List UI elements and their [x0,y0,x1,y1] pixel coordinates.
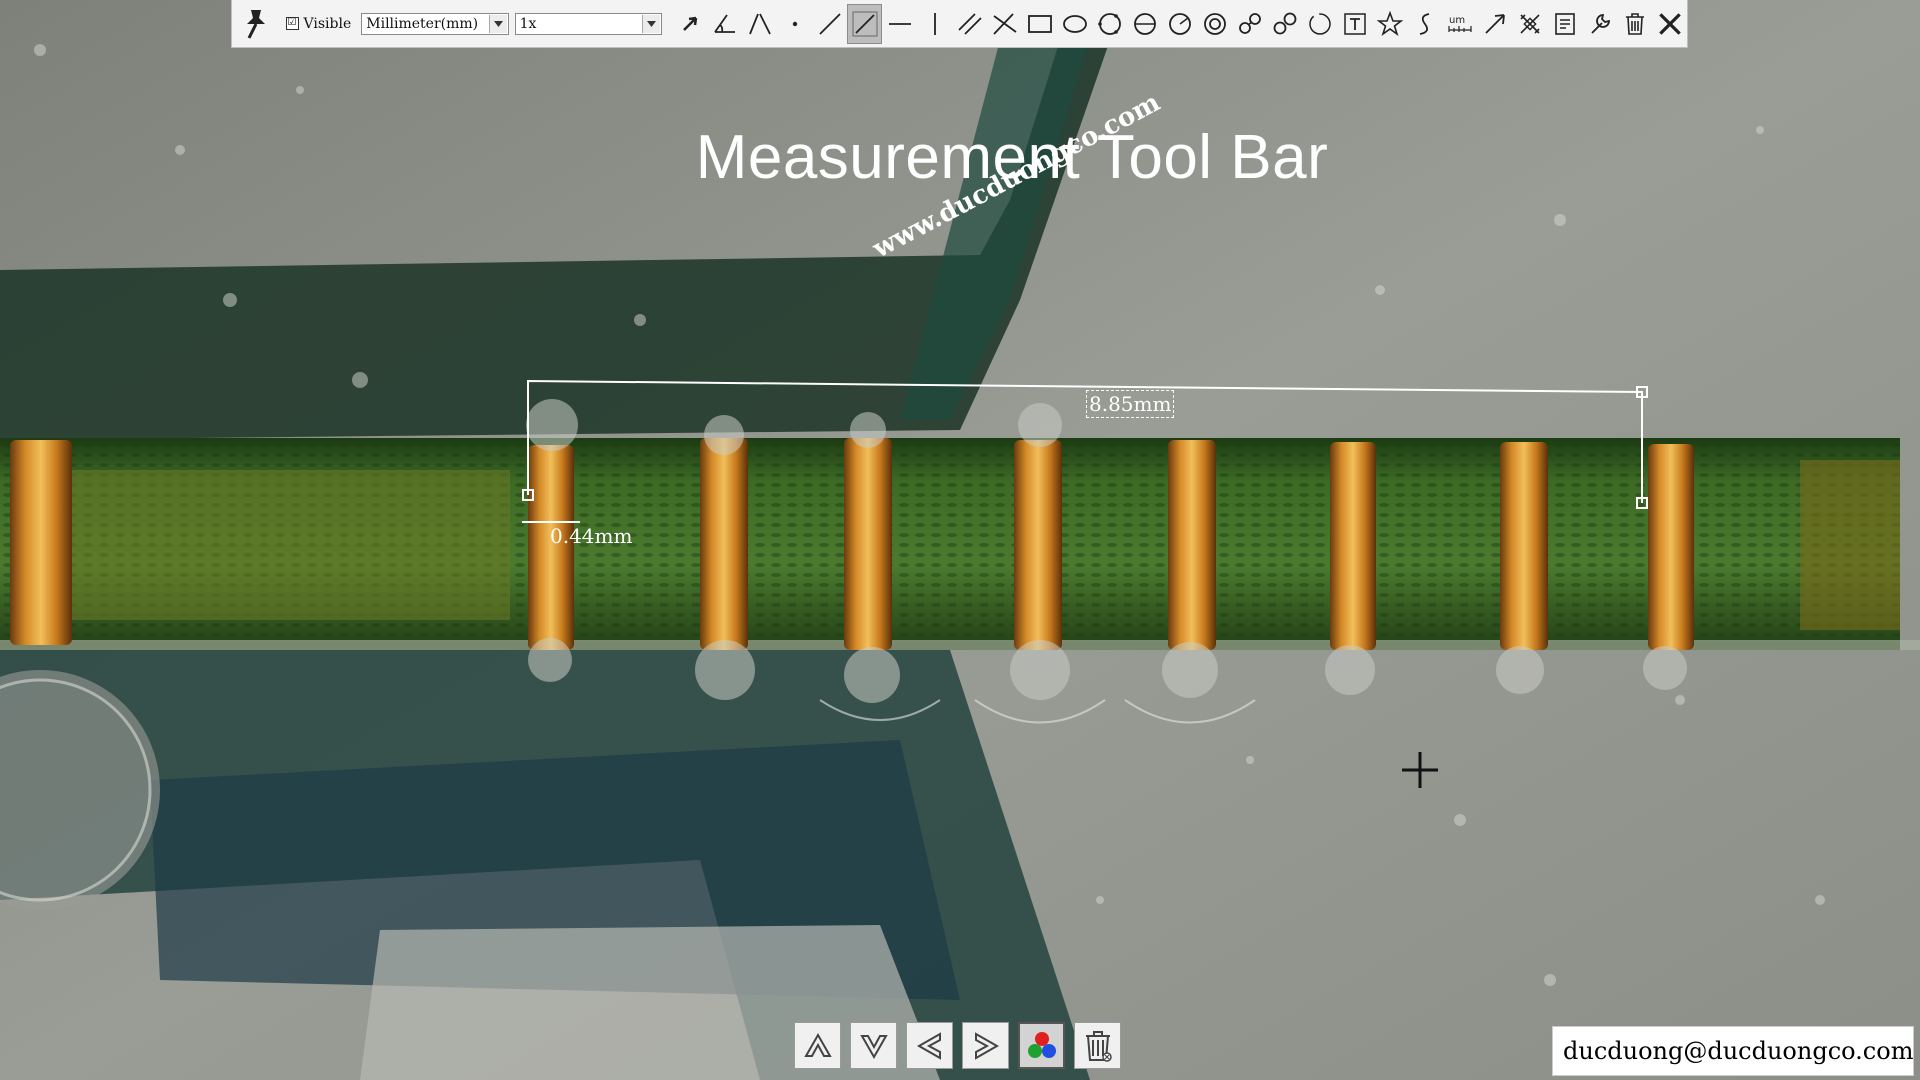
color-button[interactable] [1018,1022,1065,1069]
ellipse-icon [1062,14,1087,33]
rectangle-tool[interactable] [1022,4,1057,44]
move-up-button[interactable] [794,1022,841,1069]
zoom-select-value: 1x [519,15,537,32]
parallel-lines-icon [957,12,982,35]
visible-toggle[interactable]: ☑ Visible [285,15,352,32]
move-left-button[interactable] [906,1022,953,1069]
two-line-angle-tool[interactable] [742,4,777,44]
line-measure-tool[interactable] [847,3,882,44]
unit-select[interactable]: Millimeter(mm) [361,12,509,35]
circle-link-tool[interactable] [1267,4,1302,44]
close-toolbar-button[interactable] [1652,4,1687,44]
vertical-line-tool[interactable] [917,4,952,44]
visible-label: Visible [303,15,352,32]
export-tool[interactable] [1547,4,1582,44]
measurement-label-885[interactable]: 8.85mm [1086,390,1175,418]
export-icon [1554,12,1575,35]
curve-icon [1419,12,1429,35]
move-right-button[interactable] [962,1022,1009,1069]
line-tool[interactable] [812,4,847,44]
zoom-select[interactable]: 1x [514,12,662,35]
measurement-label-044[interactable]: 0.44mm [550,524,632,548]
polygon-star-tool[interactable] [1372,4,1407,44]
move-down-icon [859,1034,888,1059]
pushpin-icon [246,9,265,39]
two-circle-link-icon [1238,12,1261,34]
intersecting-lines-tool[interactable] [987,4,1022,44]
point-icon [792,21,797,26]
circle-radius-tool[interactable] [1162,4,1197,44]
settings-wrench-tool[interactable] [1582,4,1617,44]
unit-select-value: Millimeter(mm) [366,15,479,32]
calibrate-tool[interactable] [1512,4,1547,44]
measurement-toolbar: ☑ Visible Millimeter(mm) 1x um [231,0,1688,48]
line-icon [818,12,841,35]
vertical-line-icon [933,12,936,35]
text-tool[interactable] [1337,4,1372,44]
polygon-star-icon [1376,10,1403,36]
tool-group: um [672,3,1687,44]
visible-checkbox[interactable]: ☑ [285,17,299,30]
chevron-down-icon [488,14,507,33]
contact-email: ducduong@ducduongco.com [1552,1026,1914,1076]
text-icon [1343,12,1366,35]
svg-text:um: um [1449,15,1465,26]
delete-tool[interactable] [1617,4,1652,44]
circle-radius-icon [1168,12,1191,35]
arrow-tool[interactable] [1477,4,1512,44]
pointer-arrow-icon [682,16,697,31]
horizontal-line-tool[interactable] [882,4,917,44]
calibrate-icon [1519,13,1540,34]
ellipse-tool[interactable] [1057,4,1092,44]
intersecting-lines-icon [992,12,1017,35]
move-down-button[interactable] [850,1022,897,1069]
arc-tool[interactable] [1302,4,1337,44]
settings-wrench-icon [1590,13,1610,34]
circle-diameter-icon [1133,12,1156,35]
arrow-icon [1484,13,1505,34]
chevron-down-icon [642,14,660,33]
rectangle-icon [1027,14,1052,33]
move-up-icon [803,1032,832,1057]
concentric-circle-tool[interactable] [1197,4,1232,44]
delete-all-icon [1085,1030,1112,1062]
move-right-icon [974,1031,999,1060]
circle-three-point-tool[interactable] [1092,4,1127,44]
move-left-icon [916,1031,941,1060]
circle-link-icon [1273,12,1296,34]
pin-toolbar-button[interactable] [238,4,274,44]
delete-trash-icon [1625,12,1644,35]
bottom-control-bar [794,1022,1121,1069]
angle-tool[interactable] [707,4,742,44]
horizontal-line-icon [888,22,911,25]
angle-icon [713,13,735,33]
scale-bar-icon: um [1447,15,1472,32]
color-icon [1027,1031,1056,1058]
two-line-angle-icon [748,13,771,34]
two-circle-link-tool[interactable] [1232,4,1267,44]
microscope-viewport[interactable]: Measurement Tool Bar www.ducduongco.com … [0,0,1920,1080]
delete-all-button[interactable] [1074,1022,1121,1069]
close-icon [1658,12,1681,35]
circle-diameter-tool[interactable] [1127,4,1162,44]
scale-bar-tool[interactable]: um [1442,4,1477,44]
line-measure-icon [852,11,877,36]
point-tool[interactable] [777,4,812,44]
pointer-arrow-tool[interactable] [672,4,707,44]
parallel-lines-tool[interactable] [952,4,987,44]
arc-icon [1308,12,1331,35]
concentric-circle-icon [1203,12,1226,35]
curve-tool[interactable] [1407,4,1442,44]
circle-three-point-icon [1097,12,1121,35]
